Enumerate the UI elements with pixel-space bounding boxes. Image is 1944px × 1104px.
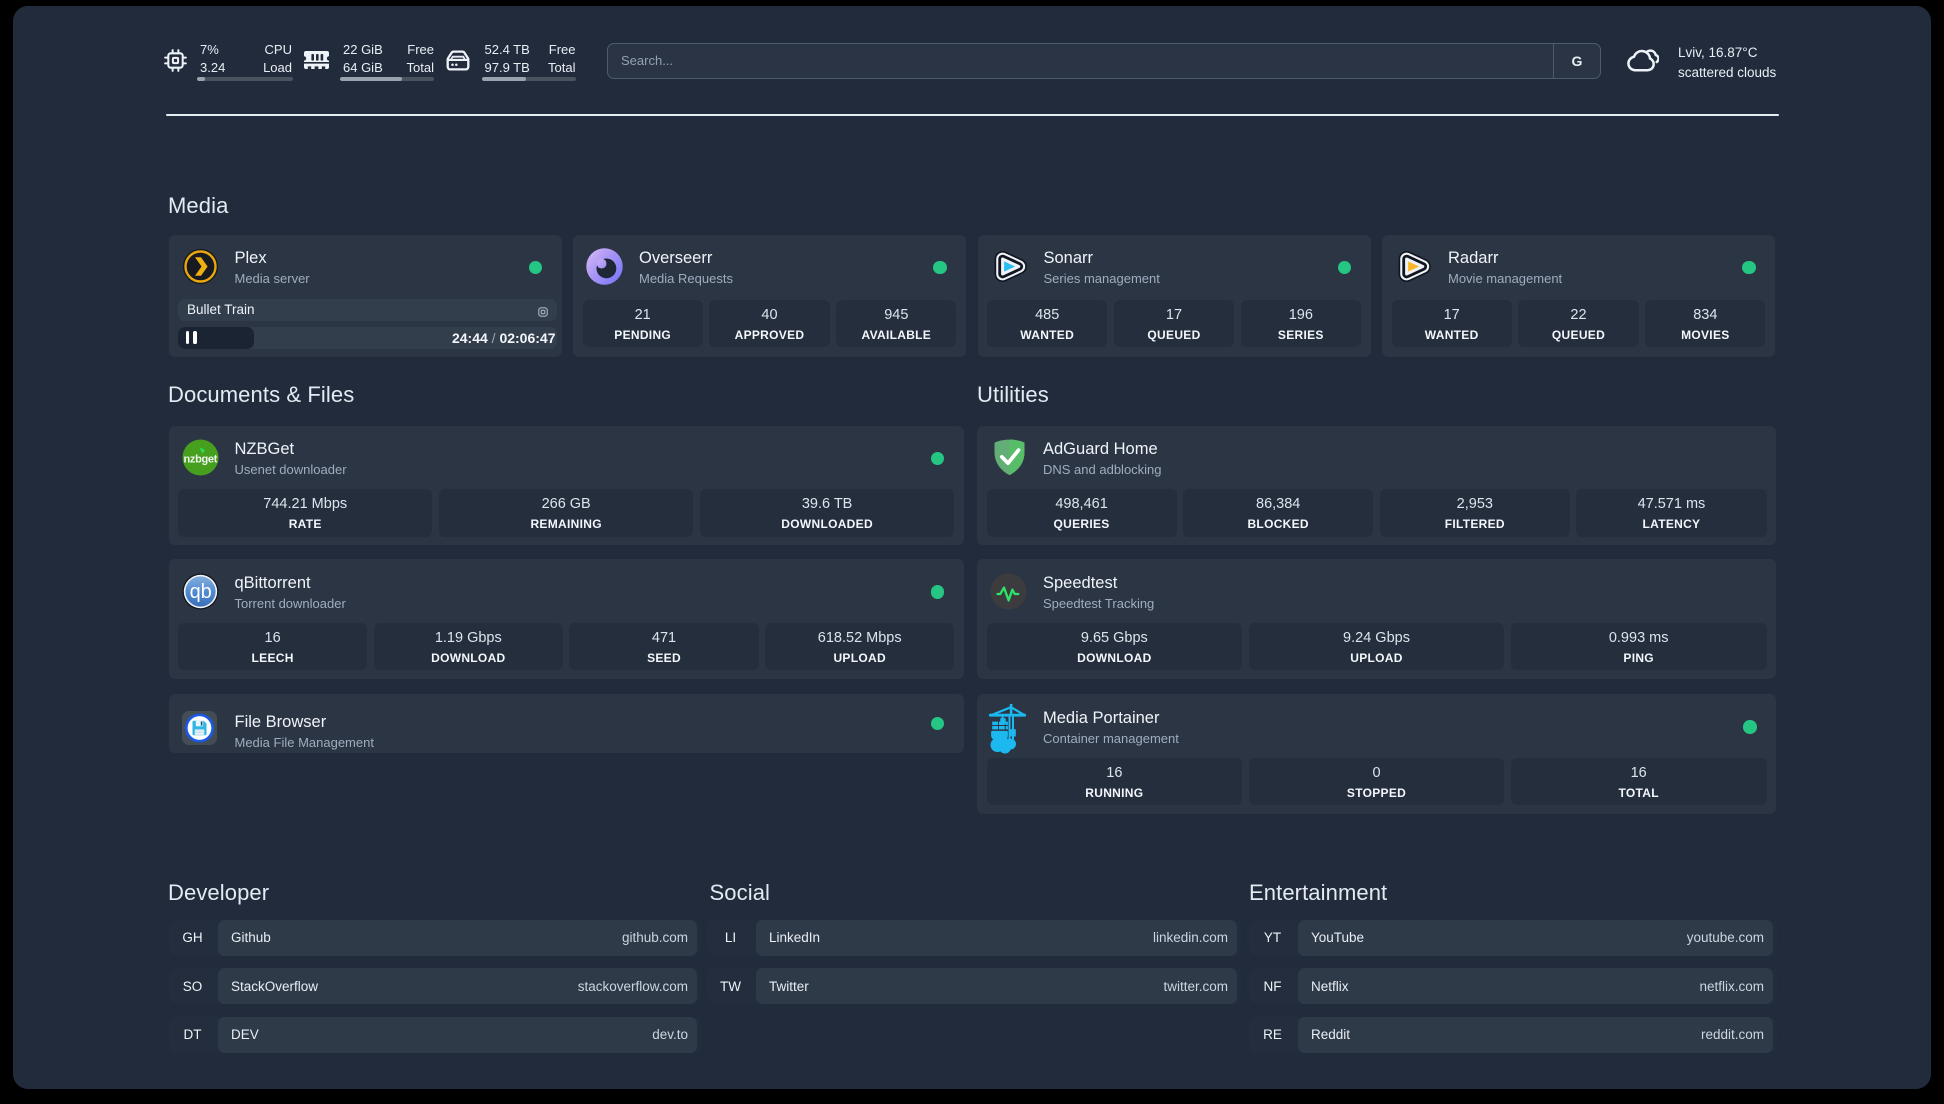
svg-text:nzbget: nzbget: [183, 454, 217, 466]
svg-text:qb: qb: [189, 581, 211, 603]
